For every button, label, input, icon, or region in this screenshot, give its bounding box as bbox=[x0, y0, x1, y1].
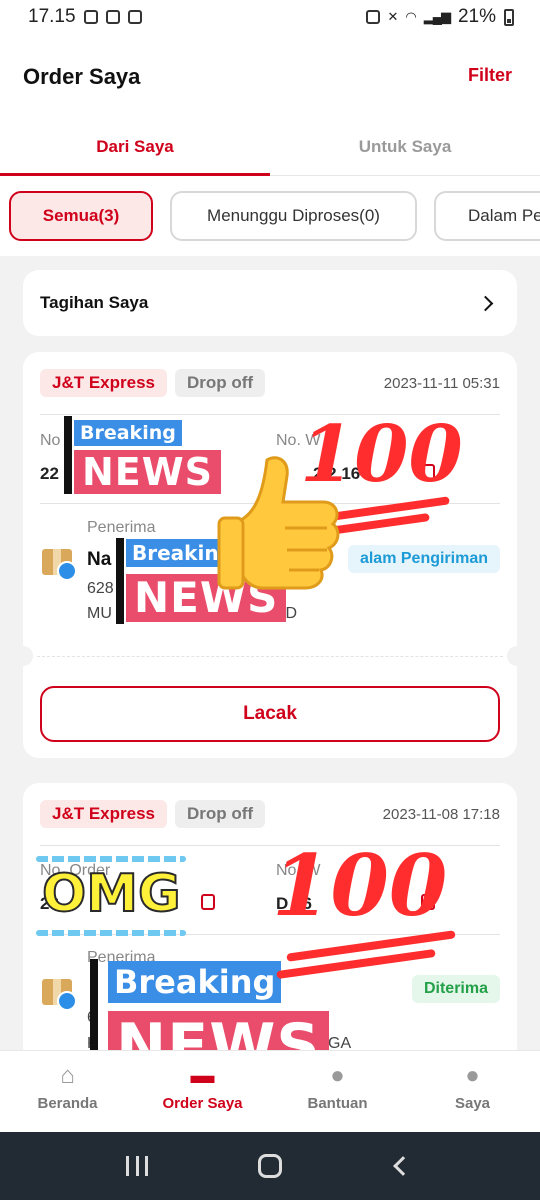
battery-icon bbox=[504, 8, 514, 26]
order-card[interactable]: J&T Express Drop off 2023-11-11 05:31 No… bbox=[23, 352, 517, 758]
order-date: 2023-11-11 05:31 bbox=[383, 374, 500, 392]
recipient-address-end: ID bbox=[281, 605, 297, 622]
chip-semua[interactable]: Semua(3) bbox=[9, 191, 153, 241]
order-header: J&T Express Drop off 2023-11-11 05:31 bbox=[40, 369, 500, 397]
recent-apps-button[interactable] bbox=[124, 1153, 150, 1179]
tab-untuk-saya[interactable]: Untuk Saya bbox=[270, 118, 540, 175]
filter-button[interactable]: Filter bbox=[468, 65, 512, 86]
instagram-icon bbox=[83, 10, 98, 24]
home-circle-icon bbox=[257, 1154, 282, 1178]
chip-menunggu-diproses[interactable]: Menunggu Diproses(0) bbox=[170, 191, 417, 241]
wifi-icon: ◠ bbox=[405, 9, 416, 24]
nav-label: Order Saya bbox=[162, 1095, 243, 1112]
system-nav-bar bbox=[0, 1132, 540, 1200]
order-number-label: No. Order bbox=[40, 862, 111, 879]
nav-saya[interactable]: ● Saya bbox=[405, 1051, 540, 1132]
tab-dari-saya[interactable]: Dari Saya bbox=[0, 118, 270, 176]
lock-icon bbox=[365, 10, 380, 24]
divider bbox=[40, 414, 500, 415]
home-button[interactable] bbox=[257, 1153, 283, 1179]
mute-icon: ✕ bbox=[387, 9, 399, 24]
recipient-phone: 628 bbox=[87, 580, 114, 597]
ticket-notch bbox=[507, 646, 517, 666]
nav-label: Bantuan bbox=[307, 1095, 368, 1112]
orders-icon: ▬ bbox=[190, 1062, 215, 1089]
header: Order Saya Filter bbox=[0, 34, 540, 118]
tab-bar: Dari Saya Untuk Saya bbox=[0, 118, 540, 176]
copy-icon[interactable] bbox=[201, 894, 215, 910]
battery-percent: 21% bbox=[457, 6, 496, 27]
courier-badge: J&T Express bbox=[40, 800, 167, 828]
copy-icon[interactable] bbox=[205, 464, 219, 480]
ticket-notch bbox=[23, 646, 33, 666]
recipient-address: MU bbox=[87, 605, 112, 622]
back-arrow-icon bbox=[393, 1156, 414, 1176]
divider bbox=[40, 934, 500, 935]
method-badge: Drop off bbox=[175, 369, 266, 397]
page-title: Order Saya bbox=[23, 64, 141, 89]
waybill-label: No. W bbox=[276, 432, 321, 449]
nav-bantuan[interactable]: ● Bantuan bbox=[270, 1051, 405, 1132]
recent-apps-icon bbox=[125, 1156, 148, 1176]
package-icon bbox=[42, 979, 77, 1011]
status-time: 17.15 bbox=[28, 6, 76, 27]
bill-card[interactable]: Tagihan Saya bbox=[23, 270, 517, 336]
bottom-nav: ⌂ Beranda ▬ Order Saya ● Bantuan ● Saya bbox=[0, 1050, 540, 1132]
signal-icon: ▂▄▆ bbox=[423, 9, 451, 24]
nav-label: Beranda bbox=[37, 1095, 98, 1112]
filter-chips: Semua(3) Menunggu Diproses(0) Dalam Pe bbox=[0, 176, 540, 256]
order-date: 2023-11-08 17:18 bbox=[382, 805, 500, 823]
chip-dalam-pengiriman[interactable]: Dalam Pe bbox=[434, 191, 540, 241]
recipient-label: Penerima bbox=[87, 519, 156, 536]
waybill-value: 2 2 16 bbox=[313, 464, 361, 483]
back-button[interactable] bbox=[390, 1153, 416, 1179]
profile-icon: ● bbox=[465, 1062, 480, 1089]
copy-icon[interactable] bbox=[421, 464, 435, 480]
help-icon: ● bbox=[330, 1062, 345, 1089]
order-number-label: No bbox=[40, 432, 61, 449]
recipient-name: Na bbox=[87, 549, 112, 570]
order-number-value: 23 bbox=[40, 894, 59, 913]
dashed-divider bbox=[37, 656, 503, 657]
nav-beranda[interactable]: ⌂ Beranda bbox=[0, 1051, 135, 1132]
method-badge: Drop off bbox=[175, 800, 266, 828]
divider bbox=[40, 503, 500, 504]
order-number-value: 22 bbox=[40, 464, 59, 483]
instagram-icon-2 bbox=[105, 10, 120, 24]
order-card[interactable]: J&T Express Drop off 2023-11-08 17:18 No… bbox=[23, 783, 517, 1063]
nav-label: Saya bbox=[454, 1095, 491, 1112]
status-left: 17.15 bbox=[28, 6, 142, 28]
package-icon bbox=[42, 549, 77, 581]
recipient-label: Penerima bbox=[87, 949, 156, 966]
home-icon: ⌂ bbox=[60, 1062, 75, 1089]
status-right: ✕ ◠ ▂▄▆ 21% bbox=[365, 6, 514, 28]
status-bar: 17.15 ✕ ◠ ▂▄▆ 21% bbox=[0, 0, 540, 34]
waybill-label: No. W bbox=[276, 862, 321, 879]
order-header: J&T Express Drop off 2023-11-08 17:18 bbox=[40, 800, 500, 828]
divider bbox=[40, 845, 500, 846]
track-button[interactable]: Lacak bbox=[40, 686, 500, 742]
gallery-icon bbox=[127, 10, 142, 24]
recipient-phone: 6 bbox=[87, 1009, 96, 1026]
status-badge: Diterima bbox=[411, 975, 500, 1003]
waybill-value: D 26 bbox=[276, 894, 312, 913]
status-badge: alam Pengiriman bbox=[347, 545, 500, 573]
copy-icon[interactable] bbox=[421, 894, 435, 910]
bill-title: Tagihan Saya bbox=[40, 293, 149, 312]
courier-badge: J&T Express bbox=[40, 369, 167, 397]
chevron-right-icon bbox=[477, 295, 494, 311]
nav-order-saya[interactable]: ▬ Order Saya bbox=[135, 1051, 270, 1132]
